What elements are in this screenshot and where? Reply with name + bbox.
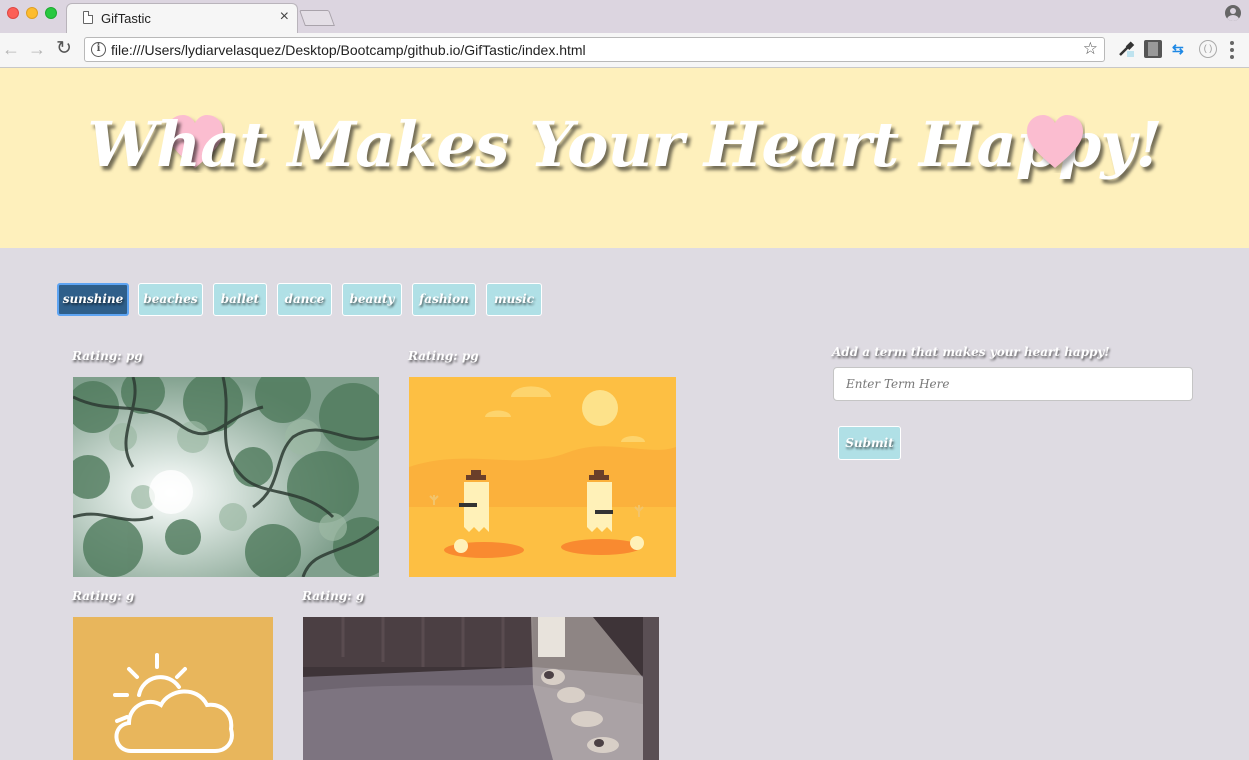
arrows-icon[interactable]: ⇆ <box>1172 40 1190 58</box>
new-tab-button[interactable] <box>299 10 335 26</box>
url-text[interactable]: file:///Users/lydiarvelasquez/Desktop/Bo… <box>111 42 586 58</box>
close-window-button[interactable] <box>7 7 19 19</box>
browser-toolbar: ← → ↻ i file:///Users/lydiarvelasquez/De… <box>0 33 1249 68</box>
browser-tab-strip: GifTastic × <box>0 0 1249 33</box>
address-bar[interactable]: i file:///Users/lydiarvelasquez/Desktop/… <box>84 37 1105 62</box>
submit-button[interactable]: Submit <box>838 426 901 460</box>
gif-rating: Rating: pg <box>408 349 479 363</box>
gif-sun-cloud-weather[interactable] <box>73 617 273 760</box>
gif-rating: Rating: g <box>72 589 135 603</box>
topic-button-beauty[interactable]: beauty <box>342 283 402 316</box>
topic-button-fashion[interactable]: fashion <box>412 283 476 316</box>
gif-rating: Rating: pg <box>72 349 143 363</box>
heart-icon <box>1027 115 1083 168</box>
reload-icon[interactable]: ↻ <box>56 38 72 60</box>
page-icon <box>83 11 93 24</box>
page-header: What Makes Your Heart Happy! <box>0 68 1249 248</box>
gif-cats-sunbathing[interactable] <box>303 617 659 760</box>
eyedropper-icon[interactable] <box>1117 40 1135 58</box>
extension-circle-icon[interactable]: ( ) <box>1199 40 1217 58</box>
forward-arrow-icon[interactable]: → <box>28 38 46 60</box>
gif-rating: Rating: g <box>302 589 365 603</box>
gif-trees-canopy[interactable] <box>73 377 379 577</box>
tab-close-icon[interactable]: × <box>280 8 289 26</box>
topic-button-music[interactable]: music <box>486 283 542 316</box>
topic-button-ballet[interactable]: ballet <box>213 283 267 316</box>
add-term-label: Add a term that makes your heart happy! <box>832 345 1110 359</box>
tab-title: GifTastic <box>101 11 151 26</box>
star-icon[interactable]: ☆ <box>1083 39 1098 59</box>
topic-button-beaches[interactable]: beaches <box>138 283 203 316</box>
browser-tab[interactable]: GifTastic × <box>66 3 298 33</box>
term-input[interactable] <box>833 367 1193 401</box>
topic-button-sunshine[interactable]: sunshine <box>57 283 129 316</box>
topic-button-dance[interactable]: dance <box>277 283 332 316</box>
info-icon[interactable]: i <box>91 42 106 57</box>
profile-icon[interactable] <box>1225 5 1241 21</box>
gif-desert-cowboy-duel[interactable] <box>409 377 676 577</box>
film-icon[interactable] <box>1144 40 1162 58</box>
minimize-window-button[interactable] <box>26 7 38 19</box>
maximize-window-button[interactable] <box>45 7 57 19</box>
menu-icon[interactable] <box>1230 41 1234 59</box>
back-arrow-icon[interactable]: ← <box>2 38 20 60</box>
